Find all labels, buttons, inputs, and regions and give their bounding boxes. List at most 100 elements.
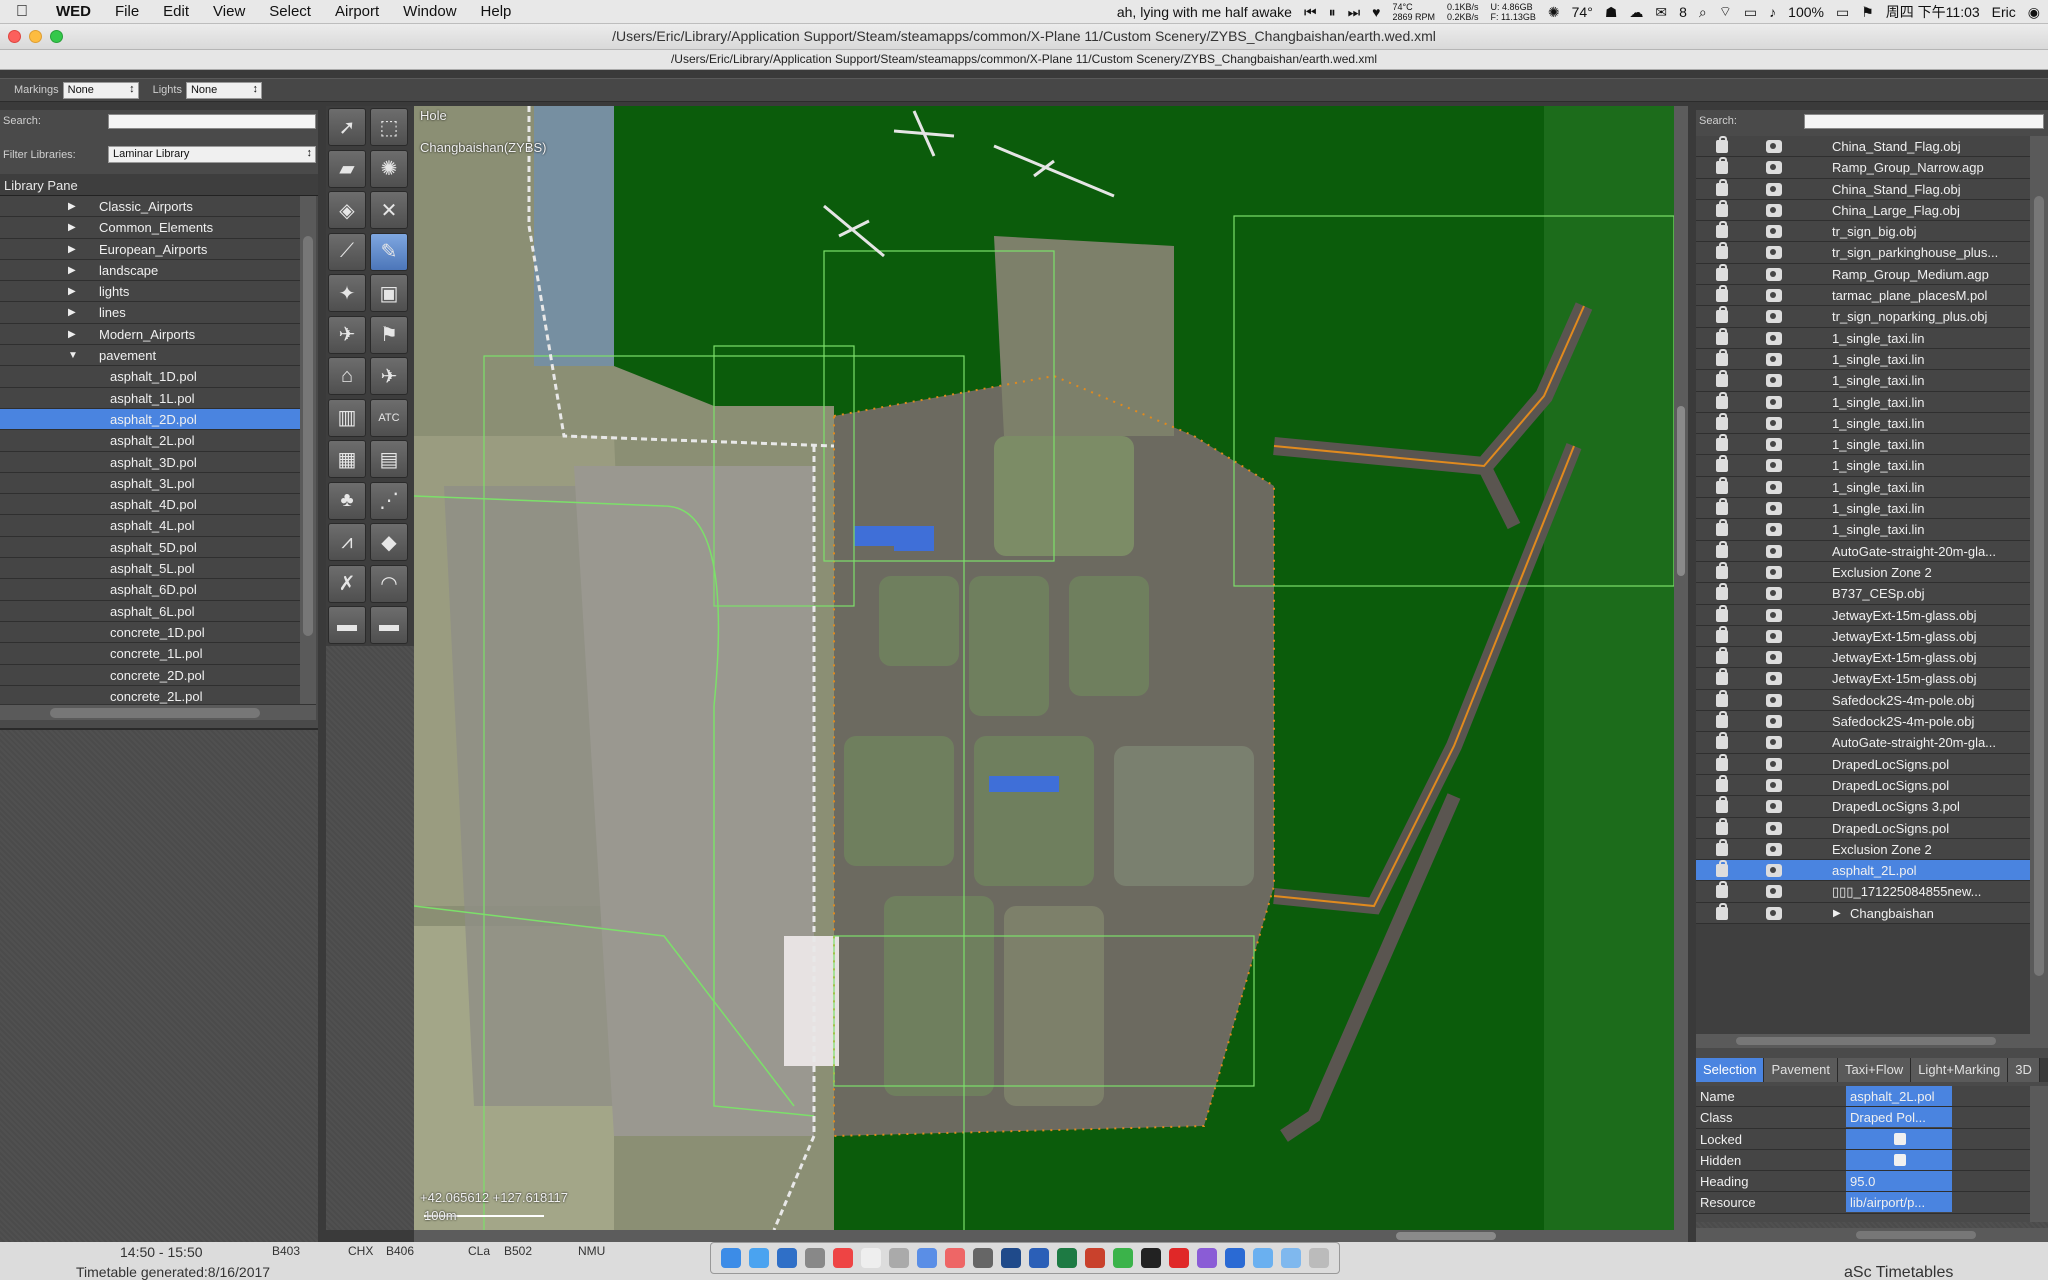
hierarchy-horizontal-thumb[interactable] xyxy=(1736,1037,1996,1045)
notes-icon[interactable] xyxy=(861,1248,881,1268)
xplane-icon[interactable] xyxy=(1225,1248,1245,1268)
autogen-icon[interactable]: ▬ xyxy=(370,606,408,644)
disclosure-closed-icon[interactable]: ▶ xyxy=(68,281,76,302)
hierarchy-item[interactable]: DrapedLocSigns 3.pol xyxy=(1696,796,2030,818)
eye-icon[interactable] xyxy=(1766,885,1782,899)
library-horizontal-scrollbar[interactable] xyxy=(0,704,316,720)
lock-icon[interactable] xyxy=(1716,242,1728,260)
hierarchy-item[interactable]: 1_single_taxi.lin xyxy=(1696,455,2030,477)
eye-icon[interactable] xyxy=(1766,331,1782,345)
disclosure-closed-icon[interactable]: ▶ xyxy=(68,217,76,238)
hierarchy-item[interactable]: 1_single_taxi.lin xyxy=(1696,476,2030,499)
eye-icon[interactable] xyxy=(1766,842,1782,856)
lock-icon[interactable] xyxy=(1716,327,1728,345)
net-stats[interactable]: 0.1KB/s 0.2KB/s xyxy=(1447,2,1479,22)
library-vertical-thumb[interactable] xyxy=(303,236,313,636)
hierarchy-item[interactable]: 1_single_taxi.lin xyxy=(1696,519,2030,541)
lock-icon[interactable] xyxy=(1716,434,1728,452)
lock-icon[interactable] xyxy=(1716,711,1728,729)
trash-icon[interactable] xyxy=(1309,1248,1329,1268)
eye-icon[interactable] xyxy=(1766,395,1782,409)
library-item[interactable]: asphalt_4L.pol xyxy=(0,515,300,537)
vehicle-icon[interactable]: ▬ xyxy=(328,606,366,644)
hierarchy-item[interactable]: DrapedLocSigns.pol xyxy=(1696,817,2030,839)
heart-icon[interactable]: ♥ xyxy=(1372,4,1380,20)
hierarchy-item[interactable]: 1_single_taxi.lin xyxy=(1696,434,2030,456)
eye-icon[interactable] xyxy=(1766,565,1782,579)
hierarchy-item[interactable]: 1_single_taxi.lin xyxy=(1696,391,2030,413)
disclosure-closed-icon[interactable]: ▶ xyxy=(68,239,76,260)
map-horizontal-thumb[interactable] xyxy=(1396,1232,1496,1240)
library-horizontal-thumb[interactable] xyxy=(50,708,260,718)
exclusion-icon[interactable]: ✗ xyxy=(328,564,366,603)
menu-help[interactable]: Help xyxy=(469,3,524,20)
property-checkbox[interactable] xyxy=(1846,1128,1952,1149)
marquee-icon[interactable]: ⬚ xyxy=(370,108,408,146)
lock-icon[interactable] xyxy=(1716,604,1728,622)
battery-icon[interactable]: ▭ xyxy=(1836,4,1849,21)
hierarchy-search-input[interactable] xyxy=(1804,114,2044,129)
string-icon[interactable]: ⋰ xyxy=(370,481,408,520)
library-item[interactable]: asphalt_5L.pol xyxy=(0,558,300,580)
hierarchy-item[interactable]: AutoGate-straight-20m-gla... xyxy=(1696,732,2030,754)
eye-icon[interactable] xyxy=(1766,459,1782,473)
eye-icon[interactable] xyxy=(1766,736,1782,750)
hierarchy-item[interactable]: China_Stand_Flag.obj xyxy=(1696,178,2030,200)
mem-stats[interactable]: U: 4.86GB F: 11.13GB xyxy=(1491,2,1536,22)
eye-icon[interactable] xyxy=(1766,523,1782,537)
library-item[interactable]: ▼ pavement xyxy=(0,345,300,367)
hierarchy-item[interactable]: Safedock2S-4m-pole.obj xyxy=(1696,689,2030,712)
qq-dock-icon[interactable] xyxy=(1141,1248,1161,1268)
taxiway-icon[interactable]: ◈ xyxy=(328,191,366,229)
search-icon[interactable]: ⌕ xyxy=(1699,4,1707,21)
library-item[interactable]: ▶ lines xyxy=(0,302,300,324)
eye-icon[interactable] xyxy=(1766,544,1782,558)
menu-view[interactable]: View xyxy=(201,3,257,20)
hierarchy-item[interactable]: Exclusion Zone 2 xyxy=(1696,561,2030,584)
library-item[interactable]: concrete_2D.pol xyxy=(0,664,300,686)
library-filter-popup[interactable]: Laminar Library xyxy=(108,146,316,163)
library-search-input[interactable] xyxy=(108,114,316,129)
eye-icon[interactable] xyxy=(1766,672,1782,686)
eye-icon[interactable] xyxy=(1766,438,1782,452)
wechat-icon[interactable]: ✉ xyxy=(1655,4,1667,21)
eye-icon[interactable] xyxy=(1766,587,1782,601)
wechat-dock-icon[interactable] xyxy=(1113,1248,1133,1268)
mail-icon[interactable] xyxy=(777,1248,797,1268)
lock-icon[interactable] xyxy=(1716,157,1728,175)
menu-file[interactable]: File xyxy=(103,3,151,20)
windsock-icon[interactable]: ⚑ xyxy=(370,315,408,354)
property-value[interactable]: lib/airport/p... xyxy=(1846,1192,1952,1213)
eye-icon[interactable] xyxy=(1766,374,1782,388)
eye-icon[interactable] xyxy=(1766,416,1782,430)
helipad-icon[interactable]: ✺ xyxy=(370,149,408,188)
disclosure-closed-icon[interactable]: ▶ xyxy=(68,324,76,345)
library-item[interactable]: asphalt_2D.pol xyxy=(0,408,300,431)
battery-percent[interactable]: 100% xyxy=(1788,4,1824,20)
lock-icon[interactable] xyxy=(1716,199,1728,217)
map-horizontal-scrollbar[interactable] xyxy=(414,1230,1688,1242)
atc-icon[interactable]: ATC xyxy=(370,398,408,437)
map-view[interactable]: Hole Changbaishan(ZYBS) +42.065612 +127.… xyxy=(414,106,1674,1230)
eye-icon[interactable] xyxy=(1766,821,1782,835)
eye-icon[interactable] xyxy=(1766,757,1782,771)
lock-icon[interactable] xyxy=(1716,860,1728,878)
lock-icon[interactable] xyxy=(1716,370,1728,388)
lock-icon[interactable] xyxy=(1716,412,1728,430)
property-value[interactable]: Draped Pol... xyxy=(1846,1107,1952,1128)
music-icon[interactable] xyxy=(945,1248,965,1268)
tree-icon[interactable]: ♣ xyxy=(328,481,366,520)
hierarchy-item[interactable]: tr_sign_noparking_plus.obj xyxy=(1696,306,2030,328)
lock-icon[interactable] xyxy=(1716,817,1728,835)
lock-icon[interactable] xyxy=(1716,774,1728,792)
polygon-icon[interactable]: ◆ xyxy=(370,523,408,561)
truck-icon[interactable]: ✈ xyxy=(370,357,408,395)
eye-icon[interactable] xyxy=(1766,203,1782,217)
facade-icon[interactable]: ▦ xyxy=(328,440,366,478)
hierarchy-item[interactable]: 1_single_taxi.lin xyxy=(1696,348,2030,371)
tab-pavement[interactable]: Pavement xyxy=(1764,1058,1839,1082)
property-horizontal-scrollbar[interactable] xyxy=(1696,1228,2048,1242)
menu-airport[interactable]: Airport xyxy=(323,3,391,20)
hierarchy-item[interactable]: tr_sign_parkinghouse_plus... xyxy=(1696,242,2030,264)
eye-icon[interactable] xyxy=(1766,182,1782,196)
